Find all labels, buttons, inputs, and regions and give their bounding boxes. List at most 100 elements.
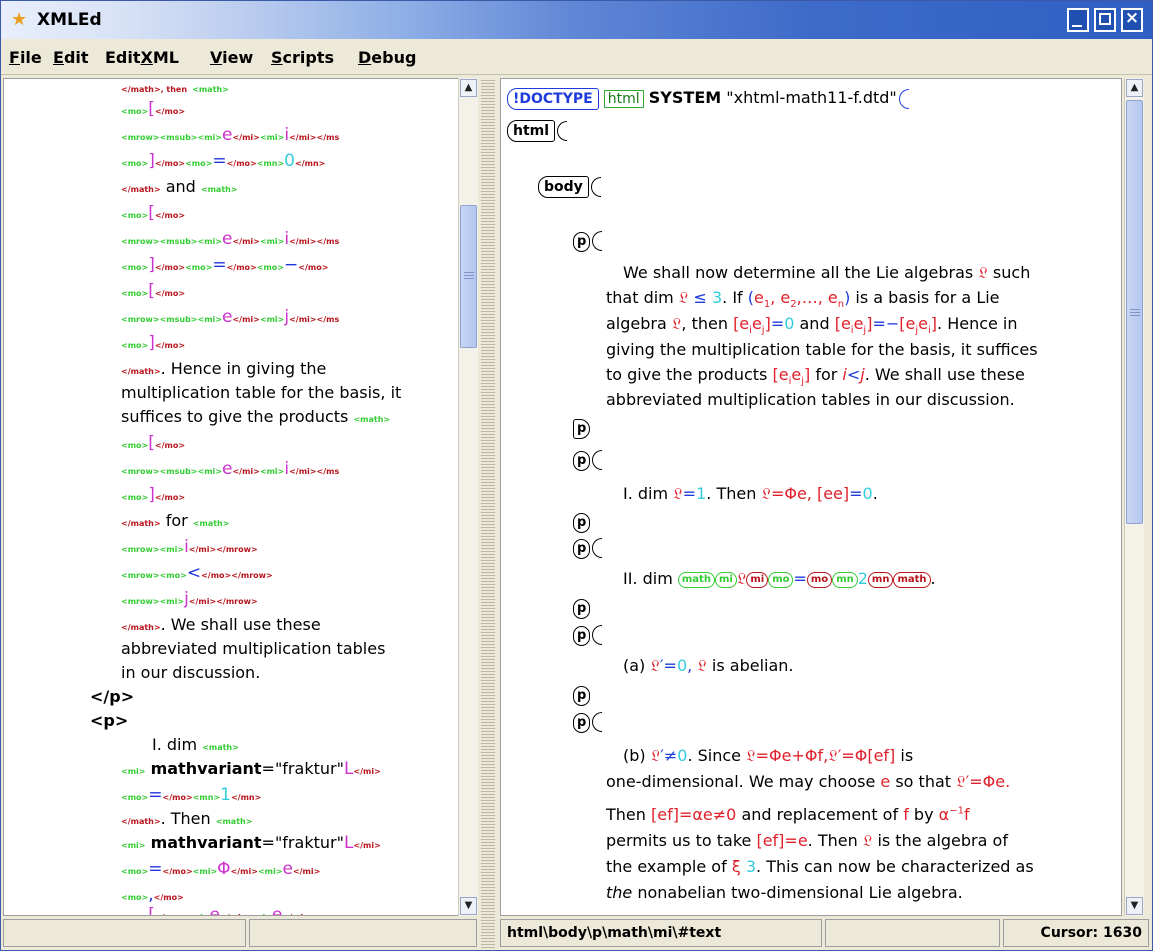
- para-text: We shall now determine all the Lie algeb…: [623, 263, 1031, 282]
- tag-end-marker: [590, 176, 601, 197]
- menu-view[interactable]: View: [210, 48, 253, 67]
- source-line: multiplication table for the basis, it: [121, 383, 402, 402]
- source-line: </math>. Hence in giving the: [121, 359, 327, 378]
- html-tag[interactable]: html: [507, 120, 556, 142]
- p-open[interactable]: p: [573, 711, 603, 733]
- para-text: Then [ef]=αe≠0 and replacement of f by α…: [606, 805, 970, 824]
- body-tag[interactable]: body: [538, 176, 589, 198]
- source-line: <mrow><mi>j</mi></mrow>: [121, 589, 258, 609]
- menu-bar: File Edit EditXML View Scripts Debug: [1, 41, 1152, 75]
- para-text: I. dim 𝔏=1. Then 𝔏=Φe, [ee]=0.: [623, 484, 878, 503]
- para-text: (a) 𝔏′=0, 𝔏 is abelian.: [623, 656, 794, 675]
- p-open[interactable]: p: [573, 230, 603, 252]
- doctype-tag[interactable]: !DOCTYPE: [507, 88, 599, 110]
- source-line: </math> and <math>: [121, 177, 238, 196]
- source-line: <mo>]</mo>: [121, 485, 186, 505]
- mn-tag[interactable]: mn: [832, 571, 858, 588]
- mo-tag[interactable]: mo: [768, 571, 794, 588]
- doctype-line: !DOCTYPE html SYSTEM "xhtml-math11-f.dtd…: [507, 88, 909, 110]
- status-cursor: Cursor: 1630: [1003, 919, 1149, 947]
- source-line: <mi> mathvariant="fraktur"L</mi>: [121, 759, 381, 779]
- p-open[interactable]: p: [573, 537, 603, 559]
- menu-label: ML: [152, 48, 179, 67]
- mi-tag[interactable]: mi: [714, 571, 737, 588]
- menu-mnemonic: E: [53, 48, 64, 67]
- menu-label: cripts: [282, 48, 335, 67]
- math-tag[interactable]: math: [677, 571, 715, 588]
- window-title: XMLEd: [37, 10, 102, 30]
- close-button[interactable]: ×: [1121, 8, 1143, 32]
- para-text: that dim 𝔏 ≤ 3. If (e1, e2,…, en) is a b…: [606, 288, 1000, 311]
- p-close[interactable]: p: [573, 597, 591, 619]
- source-line: <mo>[</mo>: [121, 99, 186, 119]
- source-line: <mrow><msub><mi>e</mi><mi>i</mi></ms: [121, 459, 340, 479]
- menu-edit[interactable]: Edit: [53, 48, 89, 67]
- math-close-tag[interactable]: math: [893, 571, 931, 588]
- close-icon: ×: [1124, 8, 1140, 28]
- source-line: in our discussion.: [121, 663, 261, 682]
- source-line: <mo>=</mo><mn>1</mn>: [121, 785, 262, 805]
- source-line: <mrow><msub><mi>e</mi><mi>i</mi></ms: [121, 229, 340, 249]
- para-text: permits us to take [ef]=e. Then 𝔏 is the…: [606, 831, 1008, 850]
- menu-file[interactable]: File: [9, 48, 42, 67]
- maximize-button[interactable]: [1094, 8, 1116, 32]
- title-bar[interactable]: ★ XMLEd ×: [1, 1, 1152, 39]
- para-text: algebra 𝔏, then [eiej]=0 and [eiej]=−[ej…: [606, 314, 1018, 337]
- p-close[interactable]: p: [573, 684, 591, 706]
- scroll-thumb[interactable]: [460, 205, 477, 348]
- status-mid: [825, 919, 1000, 947]
- minimize-icon: [1072, 25, 1082, 27]
- doctype-system: SYSTEM: [648, 88, 722, 107]
- p-open[interactable]: p: [573, 449, 603, 471]
- para-text: II. dim math mi 𝔏mi mo = mo mn 2 mn math.: [623, 569, 936, 588]
- p-close[interactable]: p: [573, 417, 591, 439]
- source-line: <mo>[</mo>: [121, 433, 186, 453]
- right-scrollbar[interactable]: ▲ ▼: [1124, 78, 1144, 916]
- source-line: <p>: [90, 711, 129, 730]
- source-line: <mo>,</mo>: [121, 885, 184, 905]
- body-tag-line: body: [538, 176, 601, 198]
- status-left-2: [249, 919, 477, 947]
- para-text: one-dimensional. We may choose e so that…: [606, 772, 1011, 791]
- menu-label: Edit: [105, 48, 141, 67]
- menu-mnemonic: F: [9, 48, 20, 67]
- menu-mnemonic: S: [271, 48, 283, 67]
- source-line: <mo>[</mo>: [121, 203, 186, 223]
- scroll-thumb[interactable]: [1126, 100, 1143, 524]
- app-window: ★ XMLEd × File Edit EditXML View Scripts…: [0, 0, 1153, 951]
- para-text: the nonabelian two-dimensional Lie algeb…: [606, 883, 963, 902]
- doctype-dtd: "xhtml-math11-f.dtd": [726, 88, 897, 107]
- left-scrollbar[interactable]: ▲ ▼: [458, 78, 478, 916]
- scroll-up-button[interactable]: ▲: [1126, 79, 1143, 97]
- scroll-down-button[interactable]: ▼: [460, 897, 477, 915]
- para-text: giving the multiplication table for the …: [606, 340, 1038, 359]
- rendered-view[interactable]: !DOCTYPE html SYSTEM "xhtml-math11-f.dtd…: [500, 78, 1122, 916]
- source-line: <mo>[</mo><mi>e</mi><mi>e</mi>: [121, 905, 310, 916]
- source-line: </p>: [90, 687, 135, 706]
- minimize-button[interactable]: [1067, 8, 1089, 32]
- menu-scripts[interactable]: Scripts: [271, 48, 334, 67]
- scroll-up-button[interactable]: ▲: [460, 79, 477, 97]
- p-close[interactable]: p: [573, 511, 591, 533]
- source-line: </math>. Then <math>: [121, 809, 253, 828]
- source-line: <mrow><msub><mi>e</mi><mi>j</mi></ms: [121, 307, 340, 327]
- pane-splitter[interactable]: [481, 78, 495, 948]
- source-line: <mo>[</mo>: [121, 281, 186, 301]
- source-line: <mo>]</mo><mo>=</mo><mn>0</mn>: [121, 151, 326, 171]
- source-line: abbreviated multiplication tables: [121, 639, 386, 658]
- mi-close-tag[interactable]: mi: [746, 571, 769, 588]
- menu-label: ebug: [371, 48, 417, 67]
- tag-end-marker: [557, 120, 568, 141]
- para-text: abbreviated multiplication tables in our…: [606, 390, 1015, 409]
- maximize-icon: [1099, 13, 1111, 25]
- menu-debug[interactable]: Debug: [358, 48, 416, 67]
- source-editor[interactable]: </math>, then <math> <mo>[</mo> <mrow><m…: [3, 78, 459, 916]
- menu-label: dit: [63, 48, 89, 67]
- mn-close-tag[interactable]: mn: [867, 571, 894, 588]
- scroll-down-button[interactable]: ▼: [1126, 897, 1143, 915]
- p-open[interactable]: p: [573, 624, 603, 646]
- mo-close-tag[interactable]: mo: [806, 571, 833, 588]
- tag-end-marker: [898, 88, 909, 109]
- menu-editxml[interactable]: EditXML: [105, 48, 179, 67]
- para-text: (b) 𝔏′≠0. Since 𝔏=Φe+Φf,𝔏′=Φ[ef] is: [623, 746, 914, 765]
